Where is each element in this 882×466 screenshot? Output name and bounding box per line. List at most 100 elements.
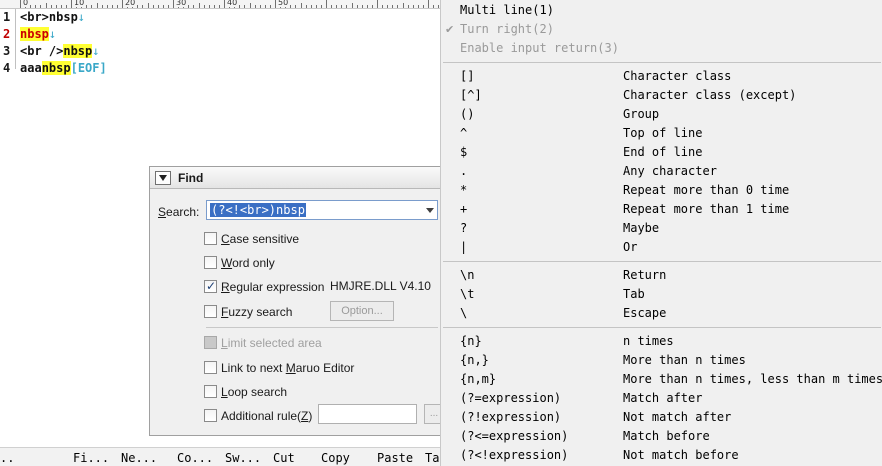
ruler-label: 50	[277, 0, 290, 7]
menu-item-description: Match after	[623, 391, 703, 405]
menu-item-regex[interactable]: {n,} More than n times	[441, 351, 882, 370]
menu-item-regex[interactable]: \ Escape	[441, 304, 882, 323]
menu-item-regex[interactable]: ? Maybe	[441, 219, 882, 238]
menu-separator	[443, 261, 881, 262]
menu-item-syntax: ^	[460, 126, 468, 140]
menu-item-regex[interactable]: ^ Top of line	[441, 124, 882, 143]
menu-item-syntax: (?=expression)	[460, 391, 562, 405]
menu-item-description: More than n times, less than m times	[623, 372, 882, 386]
collapse-dropdown-icon[interactable]	[155, 171, 171, 185]
line-feed-icon: ↓	[92, 44, 100, 58]
menu-item-regex[interactable]: | Or	[441, 238, 882, 257]
ruler-tick	[269, 5, 271, 8]
ruler-tick	[173, 0, 174, 8]
menu-item-description: Group	[623, 107, 660, 121]
divider	[206, 327, 438, 328]
find-dialog-title: Find	[178, 171, 204, 185]
ruler-tick	[295, 5, 297, 8]
ruler-tick	[162, 5, 164, 8]
function-key-7[interactable]: Paste	[377, 451, 413, 465]
menu-item-regex[interactable]: [] Character class	[441, 67, 882, 86]
menu-item-regex[interactable]: () Group	[441, 105, 882, 124]
ruler-tick	[315, 5, 317, 8]
ruler-tick	[137, 5, 139, 8]
ruler-tick	[377, 0, 378, 8]
menu-item-description: More than n times	[623, 353, 746, 367]
text-run: <br />	[20, 44, 64, 58]
ruler-tick	[336, 5, 338, 8]
checkbox-checked-icon[interactable]	[204, 278, 217, 294]
additional-rule-input[interactable]	[318, 404, 417, 424]
menu-item-option[interactable]: Multi line(1)	[441, 1, 882, 20]
editor-line[interactable]: 3 <br />nbsp↓	[0, 43, 440, 60]
menu-item-syntax: \	[460, 306, 468, 320]
menu-item-syntax: \n	[460, 268, 475, 282]
menu-item-regex[interactable]: (?<!expression) Not match before	[441, 446, 882, 465]
ruler-label: 10	[73, 0, 86, 7]
ruler-label: 40	[226, 0, 239, 7]
additional-rule-label: Additional rule(Z)	[221, 409, 313, 423]
checkbox-box[interactable]	[204, 361, 217, 374]
ruler-tick	[20, 0, 21, 8]
menu-separator	[443, 327, 881, 328]
ruler-tick	[397, 5, 399, 8]
line-number: 3	[3, 44, 11, 58]
ruler-tick	[106, 5, 108, 8]
editor-line[interactable]: 2 nbsp↓	[0, 26, 440, 43]
menu-item-regex[interactable]: + Repeat more than 1 time	[441, 200, 882, 219]
menu-item-regex[interactable]: . Any character	[441, 162, 882, 181]
menu-item-regex[interactable]: \t Tab	[441, 285, 882, 304]
ruler-tick	[341, 5, 343, 8]
checkbox-box[interactable]	[204, 385, 217, 398]
menu-item-regex[interactable]: {n} n times	[441, 332, 882, 351]
menu-item-label: Multi line(1)	[460, 3, 554, 17]
function-key-6[interactable]: Copy	[321, 451, 350, 465]
menu-item-regex[interactable]: (?=expression) Match after	[441, 389, 882, 408]
ruler-tick	[387, 5, 389, 8]
function-key-3[interactable]: Co...	[177, 451, 213, 465]
chevron-down-icon[interactable]	[426, 208, 434, 213]
menu-item-regex[interactable]: * Repeat more than 0 time	[441, 181, 882, 200]
ruler-tick	[167, 5, 169, 8]
menu-item-syntax: (?!expression)	[460, 410, 562, 424]
function-key-5[interactable]: Cut	[273, 451, 295, 465]
menu-separator	[443, 62, 881, 63]
ruler-tick	[366, 5, 368, 8]
line-number: 2	[3, 27, 11, 41]
checkbox-box[interactable]	[204, 305, 217, 318]
ruler-tick	[417, 5, 419, 8]
menu-item-syntax: \t	[460, 287, 475, 301]
checkbox-box[interactable]	[204, 232, 217, 245]
menu-item-regex[interactable]: (?!expression) Not match after	[441, 408, 882, 427]
function-key-8[interactable]: Ta	[425, 451, 439, 465]
menu-item-regex[interactable]: $ End of line	[441, 143, 882, 162]
function-key-4[interactable]: Sw...	[225, 451, 261, 465]
function-key-1[interactable]: Fi...	[73, 451, 109, 465]
editor-line[interactable]: 4 aaanbsp[EOF]	[0, 60, 440, 77]
menu-item-regex[interactable]: [^] Character class (except)	[441, 86, 882, 105]
checkbox-box[interactable]	[204, 336, 217, 349]
ruler-tick	[351, 3, 353, 8]
menu-item-regex[interactable]: (?<=expression) Match before	[441, 427, 882, 446]
menu-item-regex[interactable]: {n,m} More than n times, less than m time…	[441, 370, 882, 389]
regular-expression-label: Regular expression	[221, 280, 325, 294]
ruler-tick	[326, 0, 327, 8]
menu-item-regex[interactable]: \n Return	[441, 266, 882, 285]
line-feed-icon: ↓	[48, 27, 57, 41]
search-input[interactable]: (?<!<br>)nbsp	[206, 200, 438, 220]
ruler-tick	[275, 0, 276, 8]
find-dialog: Find Search: (?<!<br>)nbsp Case sensitiv…	[149, 166, 449, 436]
ruler-tick	[290, 5, 292, 8]
function-key-0[interactable]: ..	[0, 451, 14, 465]
ruler-tick	[157, 5, 159, 8]
ruler-tick	[433, 5, 435, 8]
menu-item-description: n times	[623, 334, 674, 348]
option-button[interactable]: Option...	[330, 301, 394, 321]
checkbox-box[interactable]	[204, 409, 217, 422]
ruler-tick	[203, 5, 205, 8]
search-input-value: (?<!<br>)nbsp	[210, 203, 306, 217]
loop-search-label: Loop search	[221, 385, 288, 399]
editor-line[interactable]: 1 <br>nbsp↓	[0, 9, 440, 26]
checkbox-box[interactable]	[204, 256, 217, 269]
function-key-2[interactable]: Ne...	[121, 451, 157, 465]
